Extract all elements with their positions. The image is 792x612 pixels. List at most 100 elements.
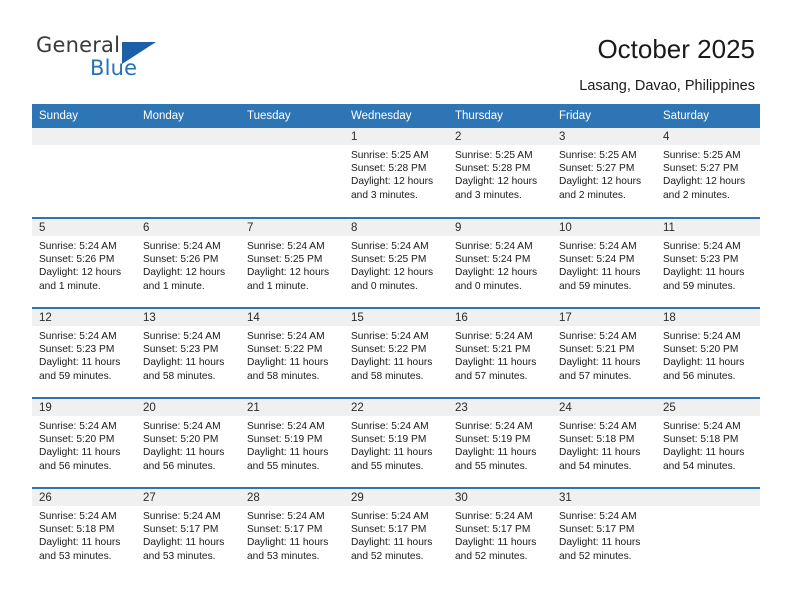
daylight-text-line1: Daylight: 11 hours xyxy=(351,537,433,549)
day-number-empty xyxy=(240,128,344,145)
day-number: 18 xyxy=(656,309,760,326)
day-details: Sunrise: 5:25 AM Sunset: 5:28 PM Daylight:… xyxy=(344,145,448,202)
weekday-header-tuesday: Tuesday xyxy=(240,104,344,128)
day-details: Sunrise: 5:24 AM Sunset: 5:20 PM Daylight:… xyxy=(136,416,240,473)
day-details: Sunrise: 5:24 AM Sunset: 5:18 PM Daylight:… xyxy=(656,416,760,473)
sunset-text: Sunset: 5:19 PM xyxy=(351,434,427,446)
sunrise-text: Sunrise: 5:24 AM xyxy=(143,331,221,342)
daylight-text-line1: Daylight: 11 hours xyxy=(455,447,537,459)
day-details: Sunrise: 5:24 AM Sunset: 5:17 PM Daylight:… xyxy=(448,506,552,563)
daylight-text-line2: and 59 minutes. xyxy=(559,280,632,292)
calendar-day-cell[interactable]: 7 Sunrise: 5:24 AM Sunset: 5:25 PM Daylight… xyxy=(240,217,344,308)
daylight-text-line1: Daylight: 11 hours xyxy=(559,537,641,549)
calendar-day-cell[interactable]: 15 Sunrise: 5:24 AM Sunset: 5:22 PM Dayligh… xyxy=(344,307,448,398)
generalblue-logo[interactable]: General Blue xyxy=(36,33,216,83)
day-details: Sunrise: 5:24 AM Sunset: 5:23 PM Daylight:… xyxy=(32,326,136,383)
calendar-day-cell[interactable]: 10 Sunrise: 5:24 AM Sunset: 5:24 PM Dayligh… xyxy=(552,217,656,308)
daylight-text-line1: Daylight: 12 hours xyxy=(663,176,746,188)
daylight-text-line1: Daylight: 12 hours xyxy=(247,267,330,279)
calendar-day-cell[interactable]: 30 Sunrise: 5:24 AM Sunset: 5:17 PM Dayligh… xyxy=(448,487,552,578)
calendar-day-cell[interactable]: 28 Sunrise: 5:24 AM Sunset: 5:17 PM Dayligh… xyxy=(240,487,344,578)
calendar-day-cell[interactable]: 2 Sunrise: 5:25 AM Sunset: 5:28 PM Daylight… xyxy=(448,128,552,218)
calendar-day-cell[interactable]: 16 Sunrise: 5:24 AM Sunset: 5:21 PM Dayligh… xyxy=(448,307,552,398)
daylight-text-line2: and 1 minute. xyxy=(143,280,205,292)
weekday-header-monday: Monday xyxy=(136,104,240,128)
daylight-text-line1: Daylight: 11 hours xyxy=(351,447,433,459)
day-number: 22 xyxy=(344,399,448,416)
calendar-week-row: 1 Sunrise: 5:25 AM Sunset: 5:28 PM Daylight… xyxy=(32,128,760,218)
sunrise-text: Sunrise: 5:24 AM xyxy=(663,331,741,342)
day-number: 19 xyxy=(32,399,136,416)
calendar-day-cell[interactable]: 1 Sunrise: 5:25 AM Sunset: 5:28 PM Daylight… xyxy=(344,128,448,218)
sunset-text: Sunset: 5:17 PM xyxy=(559,524,635,536)
daylight-text-line2: and 56 minutes. xyxy=(143,460,216,472)
calendar-day-cell[interactable]: 24 Sunrise: 5:24 AM Sunset: 5:18 PM Dayligh… xyxy=(552,397,656,488)
day-details: Sunrise: 5:25 AM Sunset: 5:28 PM Daylight:… xyxy=(448,145,552,202)
daylight-text-line1: Daylight: 11 hours xyxy=(663,357,745,369)
calendar-week-row: 5 Sunrise: 5:24 AM Sunset: 5:26 PM Daylight… xyxy=(32,217,760,308)
day-number: 27 xyxy=(136,489,240,506)
sunset-text: Sunset: 5:20 PM xyxy=(143,434,219,446)
calendar-day-cell[interactable]: 9 Sunrise: 5:24 AM Sunset: 5:24 PM Daylight… xyxy=(448,217,552,308)
day-number: 28 xyxy=(240,489,344,506)
sunset-text: Sunset: 5:17 PM xyxy=(455,524,531,536)
calendar-day-cell[interactable]: 3 Sunrise: 5:25 AM Sunset: 5:27 PM Daylight… xyxy=(552,128,656,218)
calendar-day-cell[interactable]: 25 Sunrise: 5:24 AM Sunset: 5:18 PM Dayligh… xyxy=(656,397,760,488)
daylight-text-line1: Daylight: 11 hours xyxy=(559,357,641,369)
day-number: 9 xyxy=(448,219,552,236)
daylight-text-line1: Daylight: 11 hours xyxy=(455,357,537,369)
calendar-day-cell[interactable]: 27 Sunrise: 5:24 AM Sunset: 5:17 PM Dayligh… xyxy=(136,487,240,578)
sunset-text: Sunset: 5:17 PM xyxy=(247,524,323,536)
calendar-day-cell[interactable]: 26 Sunrise: 5:24 AM Sunset: 5:18 PM Dayligh… xyxy=(32,487,136,578)
day-details: Sunrise: 5:24 AM Sunset: 5:23 PM Daylight:… xyxy=(656,236,760,293)
sunrise-text: Sunrise: 5:24 AM xyxy=(455,241,533,252)
weekday-header-wednesday: Wednesday xyxy=(344,104,448,128)
calendar-day-cell[interactable]: 17 Sunrise: 5:24 AM Sunset: 5:21 PM Dayligh… xyxy=(552,307,656,398)
calendar-day-cell[interactable]: 29 Sunrise: 5:24 AM Sunset: 5:17 PM Dayligh… xyxy=(344,487,448,578)
calendar-table: Sunday Monday Tuesday Wednesday Thursday… xyxy=(32,104,760,578)
sunrise-text: Sunrise: 5:24 AM xyxy=(143,421,221,432)
daylight-text-line1: Daylight: 11 hours xyxy=(663,447,745,459)
day-number: 17 xyxy=(552,309,656,326)
calendar-day-cell[interactable]: 8 Sunrise: 5:24 AM Sunset: 5:25 PM Daylight… xyxy=(344,217,448,308)
daylight-text-line1: Daylight: 12 hours xyxy=(559,176,642,188)
calendar-day-cell[interactable]: 21 Sunrise: 5:24 AM Sunset: 5:19 PM Dayligh… xyxy=(240,397,344,488)
daylight-text-line1: Daylight: 12 hours xyxy=(351,267,434,279)
daylight-text-line2: and 0 minutes. xyxy=(455,280,522,292)
calendar-day-cell[interactable]: 11 Sunrise: 5:24 AM Sunset: 5:23 PM Dayligh… xyxy=(656,217,760,308)
day-number: 10 xyxy=(552,219,656,236)
calendar-day-cell[interactable]: 14 Sunrise: 5:24 AM Sunset: 5:22 PM Dayligh… xyxy=(240,307,344,398)
sunrise-text: Sunrise: 5:24 AM xyxy=(143,241,221,252)
day-details: Sunrise: 5:24 AM Sunset: 5:26 PM Daylight:… xyxy=(32,236,136,293)
day-details: Sunrise: 5:24 AM Sunset: 5:25 PM Daylight:… xyxy=(344,236,448,293)
calendar-day-cell[interactable]: 13 Sunrise: 5:24 AM Sunset: 5:23 PM Dayligh… xyxy=(136,307,240,398)
sunset-text: Sunset: 5:23 PM xyxy=(143,344,219,356)
day-details: Sunrise: 5:24 AM Sunset: 5:19 PM Daylight:… xyxy=(448,416,552,473)
calendar-day-cell[interactable]: 31 Sunrise: 5:24 AM Sunset: 5:17 PM Dayligh… xyxy=(552,487,656,578)
daylight-text-line1: Daylight: 11 hours xyxy=(143,447,225,459)
daylight-text-line1: Daylight: 11 hours xyxy=(247,447,329,459)
sunrise-text: Sunrise: 5:24 AM xyxy=(663,421,741,432)
calendar-day-cell[interactable]: 20 Sunrise: 5:24 AM Sunset: 5:20 PM Dayligh… xyxy=(136,397,240,488)
day-details: Sunrise: 5:25 AM Sunset: 5:27 PM Daylight:… xyxy=(552,145,656,202)
calendar-day-cell[interactable]: 4 Sunrise: 5:25 AM Sunset: 5:27 PM Daylight… xyxy=(656,128,760,218)
calendar-day-cell[interactable]: 19 Sunrise: 5:24 AM Sunset: 5:20 PM Dayligh… xyxy=(32,397,136,488)
sunset-text: Sunset: 5:18 PM xyxy=(39,524,115,536)
day-number: 30 xyxy=(448,489,552,506)
calendar-day-cell[interactable]: 12 Sunrise: 5:24 AM Sunset: 5:23 PM Dayligh… xyxy=(32,307,136,398)
day-details: Sunrise: 5:24 AM Sunset: 5:24 PM Daylight:… xyxy=(552,236,656,293)
calendar-day-cell[interactable]: 22 Sunrise: 5:24 AM Sunset: 5:19 PM Dayligh… xyxy=(344,397,448,488)
calendar-day-cell[interactable]: 23 Sunrise: 5:24 AM Sunset: 5:19 PM Dayligh… xyxy=(448,397,552,488)
calendar-day-cell[interactable]: 5 Sunrise: 5:24 AM Sunset: 5:26 PM Daylight… xyxy=(32,217,136,308)
daylight-text-line2: and 2 minutes. xyxy=(559,189,626,201)
daylight-text-line1: Daylight: 12 hours xyxy=(351,176,434,188)
daylight-text-line1: Daylight: 12 hours xyxy=(455,267,538,279)
sunset-text: Sunset: 5:18 PM xyxy=(663,434,739,446)
calendar-cell-empty xyxy=(32,128,136,218)
calendar-day-cell[interactable]: 18 Sunrise: 5:24 AM Sunset: 5:20 PM Dayligh… xyxy=(656,307,760,398)
weekday-header-friday: Friday xyxy=(552,104,656,128)
sunrise-text: Sunrise: 5:24 AM xyxy=(247,331,325,342)
sunset-text: Sunset: 5:28 PM xyxy=(455,163,531,175)
calendar-day-cell[interactable]: 6 Sunrise: 5:24 AM Sunset: 5:26 PM Daylight… xyxy=(136,217,240,308)
day-number: 1 xyxy=(344,128,448,145)
